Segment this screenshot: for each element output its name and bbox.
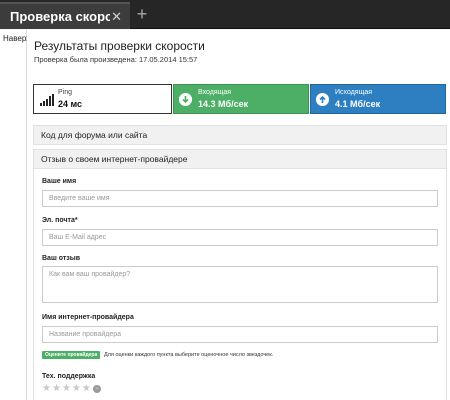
- upload-metric: Исходящая 4.1 Мб/сек: [310, 84, 446, 114]
- signal-bars-icon: [40, 94, 54, 106]
- arrow-down-circle-icon: [179, 93, 192, 106]
- review-textarea[interactable]: Как вам ваш провайдер?: [42, 266, 438, 303]
- page-title: Результаты проверки скорости: [34, 39, 205, 53]
- browser-tab-strip: Проверка скорост… ✕ +: [0, 0, 450, 29]
- main-content: Результаты проверки скорости Проверка бы…: [27, 30, 450, 400]
- forum-code-title: Код для форума или сайта: [41, 130, 148, 140]
- email-label-text: Эл. почта: [42, 217, 75, 224]
- rate-hint: Для оценки каждого пункта выберите оцено…: [104, 352, 274, 358]
- support-rating: ★ ★ ★ ★ ★ −: [42, 384, 101, 394]
- speed-metrics: Ping 24 мс Входящая 14.3 Мб/сек Исходяща…: [33, 84, 447, 114]
- ping-value: 24 мс: [58, 99, 83, 109]
- new-tab-button[interactable]: +: [131, 3, 153, 27]
- close-icon[interactable]: ✕: [111, 9, 122, 25]
- review-section-title: Отзыв о своем интернет-провайдере: [41, 154, 188, 164]
- star-icon[interactable]: ★: [52, 384, 61, 394]
- upload-label: Исходящая: [335, 89, 373, 96]
- required-mark: *: [74, 217, 78, 224]
- star-icon[interactable]: ★: [82, 384, 91, 394]
- name-field[interactable]: Введите ваше имя: [42, 190, 438, 207]
- download-value: 14.3 Мб/сек: [198, 99, 249, 109]
- star-icon[interactable]: ★: [42, 384, 51, 394]
- name-label: Ваше имя: [42, 178, 77, 185]
- review-label: Ваш отзыв: [42, 255, 81, 262]
- star-icon[interactable]: ★: [62, 384, 71, 394]
- review-section-header[interactable]: Отзыв о своем интернет-провайдере: [33, 149, 447, 169]
- left-sidebar: Наверх: [0, 30, 30, 400]
- download-metric: Входящая 14.3 Мб/сек: [173, 84, 309, 114]
- provider-label: Имя интернет-провайдера: [42, 314, 134, 321]
- upload-value: 4.1 Мб/сек: [335, 99, 381, 109]
- forum-code-section[interactable]: Код для форума или сайта: [33, 125, 447, 145]
- email-label: Эл. почта*: [42, 217, 78, 224]
- check-date: Проверка была произведена: 17.05.2014 15…: [34, 55, 198, 64]
- download-label: Входящая: [198, 89, 232, 96]
- provider-field[interactable]: Название провайдера: [42, 326, 438, 343]
- support-label: Тех. поддержка: [42, 373, 96, 380]
- email-field[interactable]: Ваш E-Mail адрес: [42, 229, 438, 246]
- review-form: Ваше имя Введите ваше имя Эл. почта* Ваш…: [33, 169, 447, 400]
- rate-provider-badge: Оцените провайдера: [42, 351, 101, 359]
- browser-tab[interactable]: Проверка скорост… ✕: [0, 2, 130, 29]
- ping-label: Ping: [58, 89, 73, 96]
- arrow-up-circle-icon: [316, 93, 329, 106]
- star-icon[interactable]: ★: [72, 384, 81, 394]
- reset-rating-icon[interactable]: −: [92, 385, 101, 393]
- tab-title: Проверка скорост…: [10, 9, 110, 24]
- ping-metric: Ping 24 мс: [33, 84, 172, 114]
